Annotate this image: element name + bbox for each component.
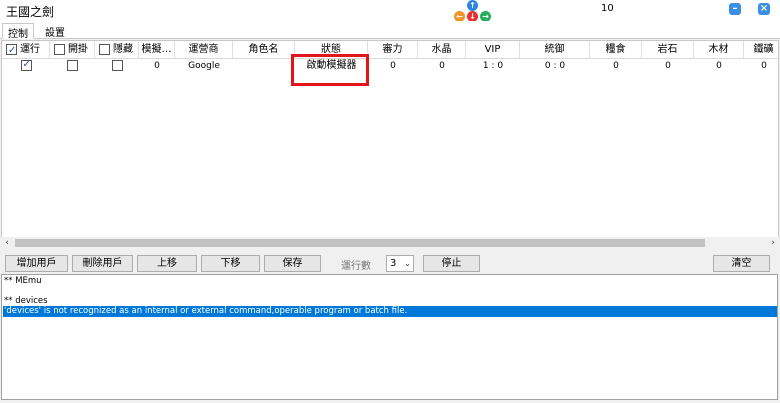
move-up-button[interactable]: 上移 <box>137 255 197 272</box>
log-line-selected: 'devices' is not recognized as an intern… <box>3 306 777 317</box>
run-checkbox-cell <box>2 58 50 73</box>
tab-control[interactable]: 控制 <box>2 23 34 40</box>
window-title: 王國之劍 <box>6 5 55 19</box>
stop-button[interactable]: 停止 <box>423 255 480 272</box>
hide-checkbox-cell <box>95 59 139 73</box>
vip-cell[interactable]: 1 : 0 <box>466 59 520 73</box>
run-count-value: 3 <box>390 258 397 269</box>
hack-checkbox[interactable] <box>67 60 78 71</box>
save-button[interactable]: 保存 <box>264 255 321 272</box>
food-cell[interactable]: 0 <box>590 59 642 73</box>
scroll-right-icon[interactable]: › <box>767 237 779 249</box>
run-count-select[interactable]: 3 ⌄ <box>386 255 414 272</box>
emulator-cell[interactable]: 0 <box>139 59 175 73</box>
iron-cell[interactable]: 0 <box>744 59 778 73</box>
minimize-icon[interactable]: – <box>729 3 741 15</box>
column-header-power[interactable]: 審力 <box>368 41 418 59</box>
stone-cell[interactable]: 0 <box>642 59 694 73</box>
log-line: ** MEmu <box>4 276 42 286</box>
grid-header: 運行 開掛 隱藏 模擬… 運營商 角色名 狀態 審力 水晶 VIP 統御 糧食 … <box>2 41 778 59</box>
column-header-operator[interactable]: 運營商 <box>175 41 233 59</box>
clear-button[interactable]: 清空 <box>713 255 770 272</box>
column-header-vip[interactable]: VIP <box>466 41 520 59</box>
power-cell[interactable]: 0 <box>368 59 418 73</box>
table-row[interactable]: 0 Google 啟動模擬器 0 0 1 : 0 0 : 0 0 0 0 0 <box>2 58 778 73</box>
horizontal-scrollbar[interactable]: ‹ › <box>1 237 779 249</box>
command-cell[interactable]: 0 : 0 <box>520 59 590 73</box>
close-icon[interactable]: × <box>758 3 770 15</box>
hide-all-checkbox[interactable] <box>99 44 110 55</box>
column-header-crystal[interactable]: 水晶 <box>418 41 466 59</box>
operator-cell[interactable]: Google <box>175 59 233 73</box>
hack-all-checkbox[interactable] <box>54 44 65 55</box>
scrollbar-thumb[interactable] <box>15 239 705 247</box>
log-output[interactable]: ** MEmu ** devices 'devices' is not reco… <box>1 274 778 400</box>
column-header-iron[interactable]: 鐵礦 <box>744 41 778 59</box>
counter-value: 10 <box>601 3 614 14</box>
run-count-label: 運行數 <box>341 261 371 272</box>
move-down-button[interactable]: 下移 <box>201 255 260 272</box>
arrow-up-icon[interactable]: ↑ <box>467 0 478 11</box>
column-header-emulator[interactable]: 模擬… <box>139 41 175 59</box>
wood-cell[interactable]: 0 <box>694 59 744 73</box>
hide-checkbox[interactable] <box>111 60 123 71</box>
app-window: 王國之劍 ↑ ← ↓ → 10 – × 控制 設置 運行 開掛 隱藏 模擬… <box>0 0 780 403</box>
run-checkbox[interactable] <box>20 58 32 72</box>
column-header-stone[interactable]: 岩石 <box>642 41 694 59</box>
column-header-hide[interactable]: 隱藏 <box>95 41 139 59</box>
title-bar: 王國之劍 ↑ ← ↓ → 10 – × <box>0 0 780 22</box>
crystal-cell[interactable]: 0 <box>418 59 466 73</box>
column-header-food[interactable]: 糧食 <box>590 41 642 59</box>
column-header-wood[interactable]: 木材 <box>694 41 744 59</box>
delete-user-button[interactable]: 刪除用戶 <box>72 255 133 272</box>
tab-settings[interactable]: 設置 <box>40 23 70 39</box>
scroll-left-icon[interactable]: ‹ <box>1 237 13 249</box>
role-cell[interactable] <box>233 59 295 73</box>
column-header-role[interactable]: 角色名 <box>233 41 295 59</box>
column-header-run[interactable]: 運行 <box>2 41 50 59</box>
hack-checkbox-cell <box>50 59 95 73</box>
status-highlight-box <box>291 54 369 86</box>
add-user-button[interactable]: 增加用戶 <box>5 255 68 272</box>
chevron-down-icon: ⌄ <box>404 259 411 268</box>
column-header-hack[interactable]: 開掛 <box>50 41 95 59</box>
run-all-checkbox[interactable] <box>6 42 17 59</box>
tab-bar: 控制 設置 <box>0 21 780 40</box>
column-header-command[interactable]: 統御 <box>520 41 590 59</box>
account-grid: 運行 開掛 隱藏 模擬… 運營商 角色名 狀態 審力 水晶 VIP 統御 糧食 … <box>1 40 779 249</box>
